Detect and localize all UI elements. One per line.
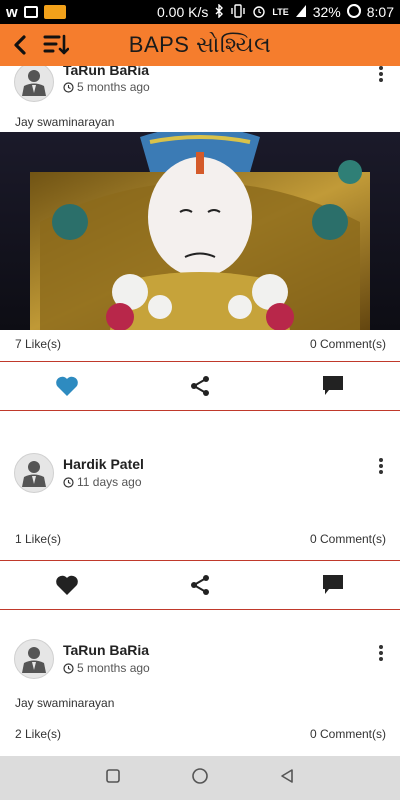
time-label: 5 months ago [77, 661, 150, 675]
recents-button[interactable] [105, 768, 121, 789]
author-name[interactable]: TaRun BaRia [63, 66, 149, 78]
post-stats: 7 Like(s) 0 Comment(s) [15, 337, 386, 351]
time-label: 5 months ago [77, 80, 150, 94]
alarm-icon [252, 4, 266, 21]
action-bar [0, 560, 400, 610]
likes-count[interactable]: 1 Like(s) [15, 532, 61, 546]
feed[interactable]: TaRun BaRia 5 months ago Jay swaminaraya… [0, 66, 400, 756]
back-icon [14, 35, 26, 55]
likes-count[interactable]: 2 Like(s) [15, 727, 61, 741]
comments-count[interactable]: 0 Comment(s) [310, 727, 386, 741]
comment-icon [323, 376, 344, 395]
battery-percent: 32% [312, 4, 341, 20]
share-button[interactable] [133, 362, 266, 410]
signal-icon [295, 4, 307, 21]
post-stats: 1 Like(s) 0 Comment(s) [15, 532, 386, 546]
sort-icon [43, 34, 69, 55]
user-icon [22, 647, 46, 673]
more-options-icon[interactable] [376, 458, 386, 474]
post-text: Jay swaminarayan [15, 696, 115, 710]
author-name[interactable]: TaRun BaRia [63, 642, 149, 658]
post-time: 5 months ago [63, 661, 150, 675]
network-speed: 0.00 K/s [157, 4, 209, 20]
image-icon [23, 6, 38, 18]
status-bar: w 0.00 K/s LTE 32% 8:07 [0, 0, 400, 24]
post-time: 11 days ago [63, 475, 142, 489]
heart-icon [55, 376, 78, 396]
likes-count[interactable]: 7 Like(s) [15, 337, 61, 351]
home-circle-icon [192, 767, 208, 784]
deity-image [0, 132, 400, 330]
share-icon [190, 376, 209, 396]
bluetooth-icon [214, 2, 224, 21]
user-icon [22, 70, 46, 96]
vibrate-icon [230, 3, 246, 21]
app-bar: BAPS સોશ્યિલ [0, 24, 400, 66]
clock-icon [63, 476, 74, 488]
avatar[interactable] [14, 639, 54, 679]
author-name[interactable]: Hardik Patel [63, 456, 144, 472]
system-nav-bar [0, 756, 400, 800]
like-button[interactable] [0, 561, 133, 609]
share-icon [190, 575, 209, 595]
clock-icon [63, 81, 74, 93]
post-image[interactable] [0, 132, 400, 330]
time-label: 11 days ago [77, 475, 142, 489]
like-button[interactable] [0, 362, 133, 410]
post-stats: 2 Like(s) 0 Comment(s) [15, 727, 386, 741]
lte-label: LTE [272, 7, 289, 17]
heart-icon [55, 575, 78, 595]
comment-button[interactable] [267, 362, 400, 410]
app-notification-icon [43, 5, 66, 19]
avatar[interactable] [14, 453, 54, 493]
post-time: 5 months ago [63, 80, 150, 94]
sort-button[interactable] [38, 27, 74, 63]
user-icon [22, 461, 46, 487]
nav-back-button[interactable] [279, 768, 295, 789]
share-button[interactable] [133, 561, 266, 609]
w-icon: w [6, 3, 18, 21]
more-options-icon[interactable] [376, 66, 386, 82]
post-text: Jay swaminarayan [15, 115, 115, 129]
comment-icon [323, 575, 344, 594]
recents-square-icon [106, 768, 120, 783]
more-options-icon[interactable] [376, 645, 386, 661]
home-button[interactable] [191, 767, 209, 790]
comment-button[interactable] [267, 561, 400, 609]
back-triangle-icon [281, 768, 293, 783]
comments-count[interactable]: 0 Comment(s) [310, 337, 386, 351]
comments-count[interactable]: 0 Comment(s) [310, 532, 386, 546]
clock: 8:07 [366, 4, 394, 20]
battery-icon [346, 3, 361, 21]
back-button[interactable] [2, 27, 38, 63]
avatar[interactable] [14, 66, 54, 102]
clock-icon [63, 662, 74, 674]
action-bar [0, 361, 400, 411]
